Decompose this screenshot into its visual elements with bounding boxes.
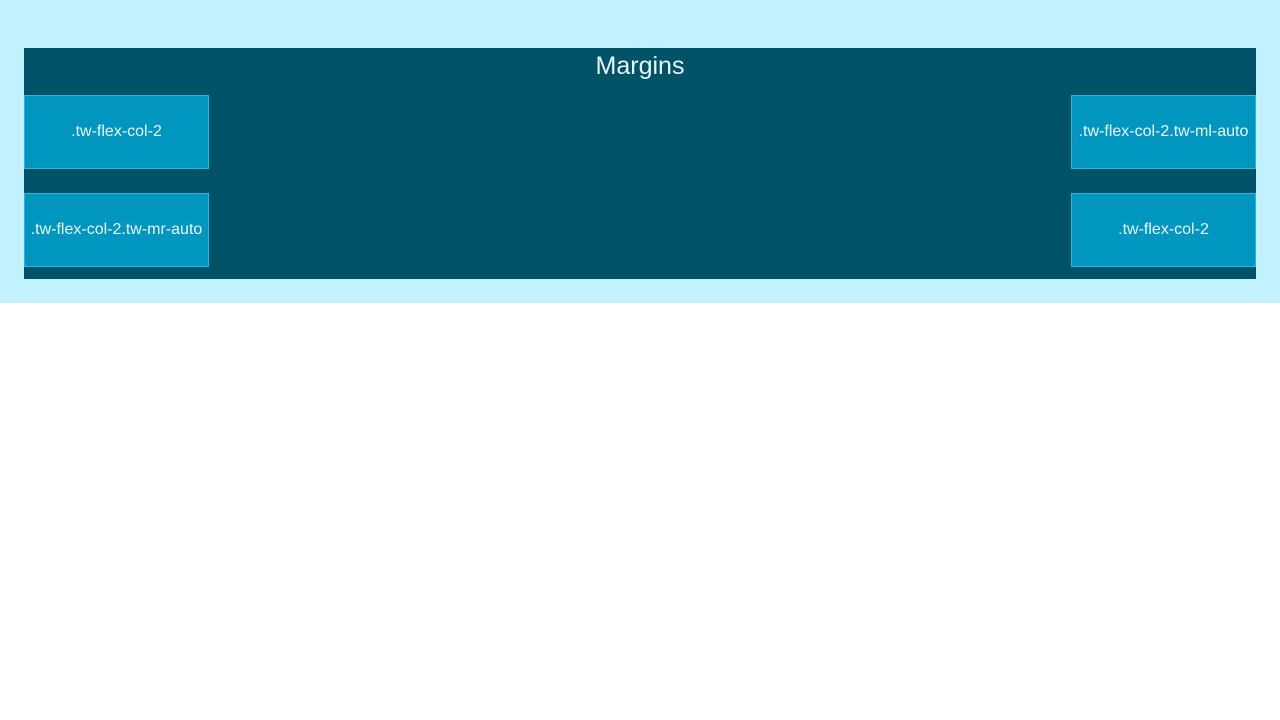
flex-col-ml-auto-cell: .tw-flex-col-2.tw-ml-auto bbox=[1071, 95, 1256, 169]
margins-section: Margins .tw-flex-col-2 .tw-flex-col-2.tw… bbox=[24, 48, 1256, 279]
page-container: Margins .tw-flex-col-2 .tw-flex-col-2.tw… bbox=[0, 0, 1280, 303]
flex-col-mr-auto-cell: .tw-flex-col-2.tw-mr-auto bbox=[24, 193, 209, 267]
flex-col-cell: .tw-flex-col-2 bbox=[24, 95, 209, 169]
section-title: Margins bbox=[595, 52, 685, 80]
flex-col-cell: .tw-flex-col-2 bbox=[1071, 193, 1256, 267]
